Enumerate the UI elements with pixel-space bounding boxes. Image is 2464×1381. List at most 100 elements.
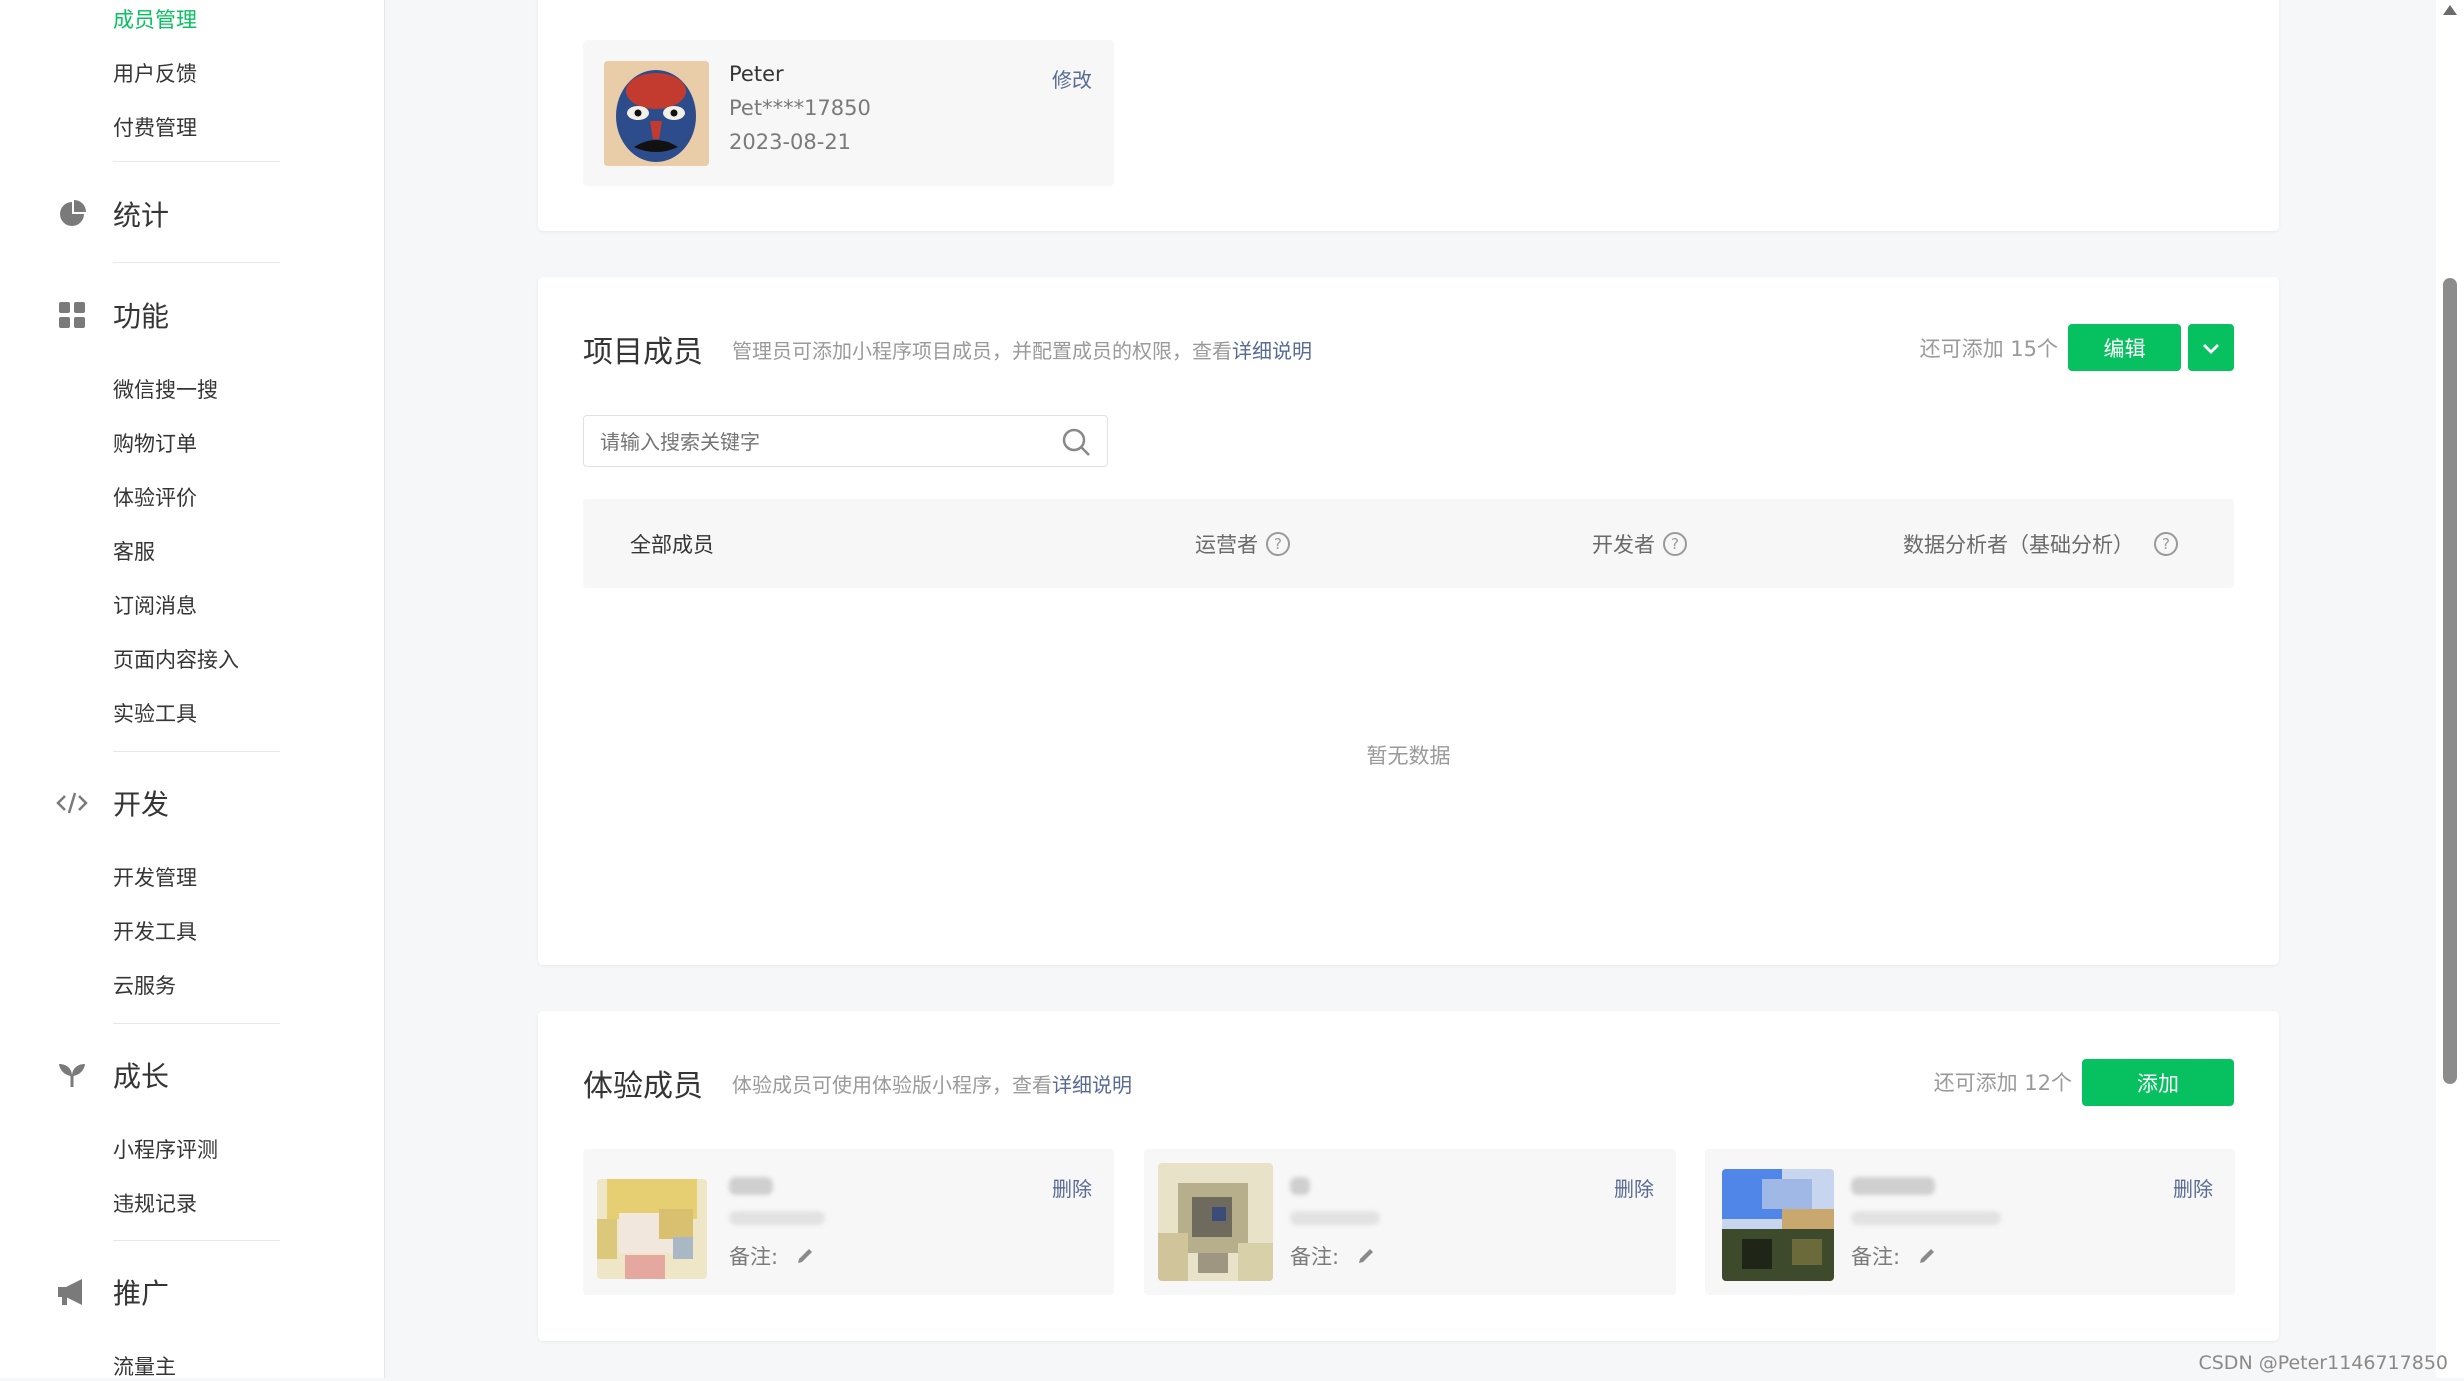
- sidebar-section-label: 推广: [113, 1277, 170, 1310]
- project-members-detail-link[interactable]: 详细说明: [1232, 339, 1312, 363]
- sidebar-section-statistics[interactable]: 统计: [56, 194, 169, 234]
- edit-members-button[interactable]: 编辑: [2068, 324, 2181, 371]
- project-members-quota: 还可添加 15个: [1919, 337, 2058, 361]
- help-icon[interactable]: ?: [1663, 532, 1687, 556]
- sidebar-section-promotion[interactable]: 推广: [56, 1272, 169, 1312]
- add-trial-member-button[interactable]: 添加: [2082, 1059, 2234, 1106]
- sidebar-item-experiment-tools[interactable]: 实验工具: [113, 698, 197, 728]
- sprout-icon: [56, 1059, 88, 1091]
- sidebar-item-payment-management[interactable]: 付费管理: [113, 112, 197, 142]
- grid-icon: [56, 299, 88, 331]
- sidebar-section-label: 开发: [113, 788, 170, 821]
- watermark-text: CSDN @Peter1146717850: [2198, 1352, 2448, 1374]
- trial-members-description: 体验成员可使用体验版小程序，查看详细说明: [732, 1069, 1132, 1098]
- sidebar-item-shopping-orders[interactable]: 购物订单: [113, 428, 197, 458]
- sidebar-divider: [113, 751, 280, 752]
- sidebar-item-experience-review[interactable]: 体验评价: [113, 482, 197, 512]
- delete-member-button[interactable]: 删除: [2173, 1173, 2213, 1202]
- admin-member-card: Peter Pet****17850 2023-08-21 修改: [583, 40, 1114, 186]
- member-note[interactable]: 备注:: [1290, 1241, 1375, 1271]
- delete-member-button[interactable]: 删除: [1614, 1173, 1654, 1202]
- edit-members-dropdown-button[interactable]: [2188, 324, 2234, 371]
- edit-admin-link[interactable]: 修改: [1052, 64, 1092, 93]
- scroll-up-arrow-icon[interactable]: [2443, 5, 2457, 15]
- sidebar-item-page-content[interactable]: 页面内容接入: [113, 644, 239, 674]
- project-members-desc-text: 管理员可添加小程序项目成员，并配置成员的权限，查看: [732, 339, 1232, 363]
- admin-account: Pet****17850: [729, 96, 871, 120]
- admin-date: 2023-08-21: [729, 130, 852, 154]
- trial-member-card: 备注: 删除: [1144, 1149, 1676, 1295]
- member-avatar: [597, 1179, 707, 1279]
- blurred-member-name: [1851, 1177, 1935, 1195]
- tab-all-members[interactable]: 全部成员: [630, 529, 714, 559]
- sidebar-item-traffic-master[interactable]: 流量主: [113, 1351, 176, 1381]
- chevron-down-icon: [2202, 336, 2220, 360]
- sidebar-divider: [113, 262, 280, 263]
- blurred-member-name: [1290, 1177, 1310, 1195]
- member-note[interactable]: 备注:: [1851, 1241, 1936, 1271]
- project-members-title: 项目成员: [583, 335, 703, 370]
- note-label: 备注:: [1290, 1245, 1340, 1269]
- project-members-card: 项目成员 管理员可添加小程序项目成员，并配置成员的权限，查看详细说明 还可添加 …: [538, 277, 2279, 965]
- trial-members-title: 体验成员: [583, 1069, 703, 1104]
- trial-members-quota: 还可添加 12个: [1933, 1071, 2072, 1095]
- column-developer: 开发者?: [1592, 529, 1687, 559]
- blurred-member-name: [729, 1177, 773, 1195]
- empty-state-text: 暂无数据: [1366, 744, 1451, 768]
- column-label: 数据分析者（基础分析）: [1903, 533, 2134, 557]
- scrollbar-thumb[interactable]: [2443, 278, 2457, 1084]
- column-operator: 运营者?: [1195, 529, 1290, 559]
- sidebar-section-growth[interactable]: 成长: [56, 1055, 169, 1095]
- trial-members-detail-link[interactable]: 详细说明: [1052, 1073, 1132, 1097]
- megaphone-icon: [56, 1276, 88, 1308]
- member-avatar: [1158, 1163, 1273, 1281]
- pencil-icon[interactable]: [796, 1247, 814, 1265]
- pencil-icon[interactable]: [1918, 1247, 1936, 1265]
- member-note[interactable]: 备注:: [729, 1241, 814, 1271]
- column-label: 全部成员: [630, 533, 714, 557]
- members-table-header: 全部成员 运营者? 开发者? 数据分析者（基础分析）?: [583, 499, 2234, 588]
- note-label: 备注:: [729, 1245, 779, 1269]
- sidebar-section-label: 功能: [113, 300, 170, 333]
- pencil-icon[interactable]: [1357, 1247, 1375, 1265]
- help-icon[interactable]: ?: [2154, 532, 2178, 556]
- opera-mask-avatar: [604, 61, 709, 166]
- sidebar-item-dev-tools[interactable]: 开发工具: [113, 916, 197, 946]
- trial-member-card: 备注: 删除: [1705, 1149, 2235, 1295]
- code-icon: [56, 787, 88, 819]
- column-label: 开发者: [1592, 533, 1655, 557]
- sidebar-item-dev-management[interactable]: 开发管理: [113, 862, 197, 892]
- sidebar-item-member-management[interactable]: 成员管理: [113, 4, 197, 34]
- sidebar-item-user-feedback[interactable]: 用户反馈: [113, 58, 197, 88]
- sidebar-section-label: 成长: [113, 1060, 170, 1093]
- vertical-scrollbar[interactable]: [2436, 0, 2464, 1378]
- sidebar-section-label: 统计: [113, 199, 170, 232]
- sidebar-divider: [113, 161, 280, 162]
- sidebar-divider: [113, 1023, 280, 1024]
- delete-member-button[interactable]: 删除: [1052, 1173, 1092, 1202]
- trial-member-card: 备注: 删除: [583, 1149, 1114, 1295]
- sidebar-item-wechat-search[interactable]: 微信搜一搜: [113, 374, 218, 404]
- help-icon[interactable]: ?: [1266, 532, 1290, 556]
- column-data-analyst: 数据分析者（基础分析）?: [1903, 529, 2178, 559]
- search-icon[interactable]: [1061, 427, 1091, 461]
- member-search-input[interactable]: [598, 416, 1042, 468]
- admin-card: Peter Pet****17850 2023-08-21 修改: [538, 0, 2279, 231]
- sidebar-item-cloud-service[interactable]: 云服务: [113, 970, 176, 1000]
- sidebar-item-customer-service[interactable]: 客服: [113, 536, 155, 566]
- member-avatar: [1722, 1169, 1834, 1281]
- sidebar-item-mini-program-evaluation[interactable]: 小程序评测: [113, 1134, 218, 1164]
- project-members-description: 管理员可添加小程序项目成员，并配置成员的权限，查看详细说明: [732, 335, 1312, 364]
- sidebar-section-development[interactable]: 开发: [56, 783, 169, 823]
- trial-members-card: 体验成员 体验成员可使用体验版小程序，查看详细说明 还可添加 12个 添加 备注…: [538, 1011, 2279, 1341]
- sidebar-divider: [113, 1240, 280, 1241]
- note-label: 备注:: [1851, 1245, 1901, 1269]
- column-label: 运营者: [1195, 533, 1258, 557]
- blurred-member-account: [1290, 1211, 1380, 1225]
- member-search-box: [583, 415, 1108, 468]
- sidebar: 成员管理 用户反馈 付费管理 统计 功能 微信搜一搜 购物订单 体验评价 客服 …: [0, 0, 385, 1381]
- sidebar-item-violation-records[interactable]: 违规记录: [113, 1188, 197, 1218]
- blurred-member-account: [1851, 1211, 2001, 1225]
- sidebar-section-features[interactable]: 功能: [56, 295, 169, 335]
- sidebar-item-subscription-messages[interactable]: 订阅消息: [113, 590, 197, 620]
